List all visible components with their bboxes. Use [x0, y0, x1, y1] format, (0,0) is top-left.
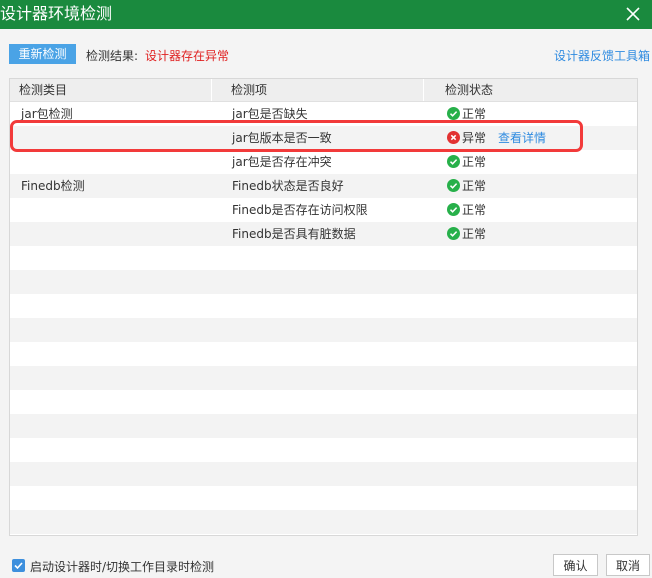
table-row [10, 294, 637, 318]
row-item: jar包是否存在冲突 [232, 155, 332, 169]
feedback-toolbox-link[interactable]: 设计器反馈工具箱 [554, 47, 650, 64]
table-row: Finedb是否存在访问权限 正常 [10, 198, 637, 222]
row-item: jar包是否缺失 [232, 107, 308, 121]
check-circle-icon [447, 155, 460, 168]
check-circle-icon [447, 203, 460, 216]
cancel-button[interactable]: 取消 [606, 554, 650, 576]
window-title: 设计器环境检测 [0, 4, 113, 23]
row-item: Finedb是否存在访问权限 [232, 203, 368, 217]
table-row [10, 510, 637, 534]
table-row: jar包是否存在冲突 正常 [10, 150, 637, 174]
check-results-table: 检测类目 检测项 检测状态 jar包检测 jar包是否缺失 正常 jar包版本是否一致… [9, 78, 638, 536]
table-row [10, 366, 637, 390]
toolbar: 重新检测 检测结果: 设计器存在异常 设计器反馈工具箱 [0, 29, 652, 75]
table-row: jar包检测 jar包是否缺失 正常 [10, 102, 637, 126]
check-circle-icon [447, 227, 460, 240]
table-row [10, 270, 637, 294]
row-status: 正常 [447, 102, 486, 126]
table-row [10, 246, 637, 270]
startup-check-checkbox[interactable] [12, 559, 25, 572]
row-status-text: 正常 [462, 107, 487, 121]
row-status-text: 异常 [462, 131, 487, 145]
table-row [10, 390, 637, 414]
table-row [10, 318, 637, 342]
result-label: 检测结果: [86, 49, 139, 63]
confirm-button[interactable]: 确认 [553, 554, 598, 576]
row-category: jar包检测 [21, 107, 73, 121]
table-body: jar包检测 jar包是否缺失 正常 jar包版本是否一致 异常 查看详情 jar包是否存在… [10, 102, 637, 534]
result-value: 设计器存在异常 [145, 49, 230, 63]
footer: 启动设计器时/切换工作目录时检测 确认 取消 [0, 545, 652, 578]
startup-check-label: 启动设计器时/切换工作目录时检测 [30, 560, 215, 574]
table-row [10, 486, 637, 510]
header-item: 检测项 [212, 79, 424, 101]
table-row: Finedb是否具有脏数据 正常 [10, 222, 637, 246]
row-status-text: 正常 [462, 203, 487, 217]
row-status: 异常 查看详情 [447, 126, 546, 150]
row-status-text: 正常 [462, 227, 487, 241]
row-item: jar包版本是否一致 [232, 131, 332, 145]
table-row: jar包版本是否一致 异常 查看详情 [10, 126, 637, 150]
table-row [10, 342, 637, 366]
recheck-button[interactable]: 重新检测 [9, 44, 76, 64]
checkmark-icon [14, 562, 23, 570]
row-status: 正常 [447, 150, 486, 174]
row-item: Finedb状态是否良好 [232, 179, 344, 193]
row-status: 正常 [447, 174, 486, 198]
table-row [10, 414, 637, 438]
row-status-text: 正常 [462, 155, 487, 169]
check-circle-icon [447, 179, 460, 192]
row-item: Finedb是否具有脏数据 [232, 227, 356, 241]
title-bar: 设计器环境检测 [0, 0, 652, 29]
close-icon[interactable] [624, 5, 642, 23]
x-circle-icon [447, 131, 460, 144]
table-row [10, 438, 637, 462]
check-circle-icon [447, 107, 460, 120]
view-details-link[interactable]: 查看详情 [498, 131, 546, 145]
table-header: 检测类目 检测项 检测状态 [10, 79, 637, 102]
row-status: 正常 [447, 222, 486, 246]
row-status: 正常 [447, 198, 486, 222]
header-category: 检测类目 [10, 79, 212, 101]
table-row [10, 462, 637, 486]
table-row: Finedb检测 Finedb状态是否良好 正常 [10, 174, 637, 198]
row-category: Finedb检测 [21, 179, 85, 193]
header-status: 检测状态 [445, 83, 494, 97]
row-status-text: 正常 [462, 179, 487, 193]
